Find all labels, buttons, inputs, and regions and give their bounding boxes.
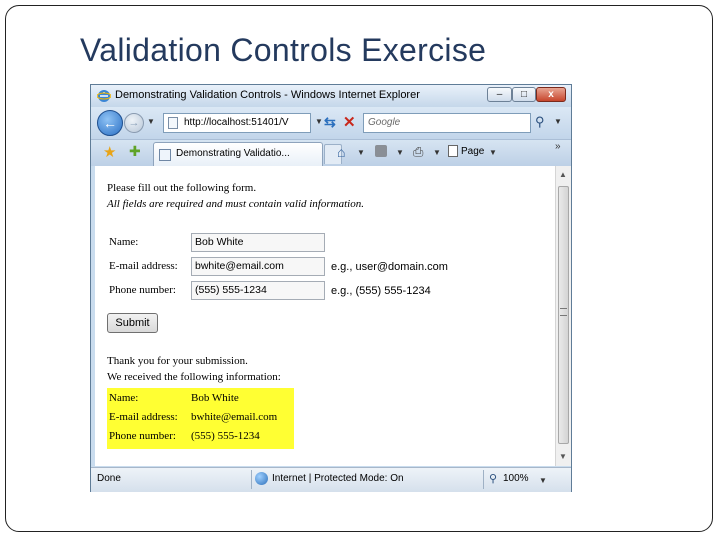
phone-label: Phone number: — [109, 284, 176, 296]
scroll-up-arrow-icon[interactable]: ▲ — [559, 170, 567, 179]
status-divider — [251, 470, 252, 489]
tab-title: Demonstrating Validatio... — [176, 148, 290, 159]
refresh-icon[interactable]: ⇆ — [324, 114, 336, 131]
print-dropdown-icon[interactable]: ▼ — [433, 148, 441, 157]
print-icon[interactable]: ⎙ — [413, 144, 423, 160]
feeds-dropdown-icon[interactable]: ▼ — [396, 148, 404, 157]
name-input[interactable]: Bob White — [191, 233, 325, 252]
status-divider — [483, 470, 484, 489]
more-tools-chevron-icon[interactable]: » — [555, 141, 561, 152]
history-dropdown-icon[interactable]: ▼ — [147, 117, 155, 126]
zoom-magnifier-icon[interactable]: ⚲ — [489, 472, 497, 485]
submit-button[interactable]: Submit — [107, 313, 158, 333]
form-instruction: Please fill out the following form. — [107, 182, 257, 194]
window-title: Demonstrating Validation Controls - Wind… — [115, 89, 420, 101]
summary-phone-value: (555) 555-1234 — [191, 430, 260, 442]
favorites-star-icon[interactable]: ★ — [103, 143, 116, 161]
address-text: http://localhost:51401/V — [184, 117, 289, 128]
close-button[interactable]: x — [536, 87, 566, 102]
email-label: E-mail address: — [109, 260, 178, 272]
summary-name-value: Bob White — [191, 392, 239, 404]
summary-email-label: E-mail address: — [109, 411, 178, 423]
back-button[interactable]: ← — [97, 110, 123, 136]
page-icon — [168, 117, 178, 129]
security-zone-text[interactable]: Internet | Protected Mode: On — [272, 473, 404, 484]
received-info-message: We received the following information: — [107, 371, 281, 383]
email-input[interactable]: bwhite@email.com — [191, 257, 325, 276]
forward-arrow-icon: → — [128, 117, 140, 129]
maximize-button[interactable]: □ — [512, 87, 536, 102]
search-icon[interactable]: ⚲ — [535, 114, 545, 130]
slide-title: Validation Controls Exercise — [80, 32, 487, 68]
page-content: Please fill out the following form. All … — [95, 166, 555, 466]
scroll-thumb[interactable] — [558, 186, 569, 444]
summary-name-label: Name: — [109, 392, 139, 404]
home-dropdown-icon[interactable]: ▼ — [357, 148, 365, 157]
address-bar-row: ← → ▼ http://localhost:51401/V ▼ ⇆ ✕ Goo… — [91, 107, 571, 139]
add-favorites-icon[interactable]: ✚ — [129, 143, 141, 160]
zoom-level[interactable]: 100% — [503, 473, 529, 484]
tab-page-icon — [159, 149, 171, 161]
phone-input[interactable]: (555) 555-1234 — [191, 281, 325, 300]
submission-summary: Name: Bob White E-mail address: bwhite@e… — [107, 388, 294, 449]
phone-hint: e.g., (555) 555-1234 — [331, 285, 431, 297]
thank-you-message: Thank you for your submission. — [107, 355, 248, 367]
search-placeholder: Google — [368, 117, 401, 128]
status-text: Done — [97, 473, 121, 484]
zoom-dropdown-icon[interactable]: ▼ — [539, 476, 547, 485]
title-bar: Demonstrating Validation Controls - Wind… — [91, 85, 571, 107]
browser-window: Demonstrating Validation Controls - Wind… — [90, 84, 572, 492]
scroll-down-arrow-icon[interactable]: ▼ — [559, 452, 567, 461]
stop-icon[interactable]: ✕ — [343, 113, 356, 131]
tab-toolbar: ★ ✚ Demonstrating Validatio... ⌂ ▼ ▼ ⎙ ▼… — [91, 139, 571, 166]
email-hint: e.g., user@domain.com — [331, 261, 448, 273]
form-requirement-note: All fields are required and must contain… — [107, 198, 364, 210]
page-menu-button[interactable]: Page — [461, 146, 484, 157]
tab-demonstrating-validation[interactable]: Demonstrating Validatio... — [153, 142, 323, 166]
home-icon[interactable]: ⌂ — [337, 144, 345, 160]
name-label: Name: — [109, 236, 139, 248]
feeds-icon[interactable] — [375, 145, 387, 157]
forward-button[interactable]: → — [124, 113, 144, 133]
scroll-grip-icon — [560, 308, 567, 316]
vertical-scrollbar[interactable]: ▲ ▼ — [555, 166, 571, 466]
summary-email-value: bwhite@email.com — [191, 411, 278, 423]
address-dropdown-icon[interactable]: ▼ — [315, 117, 323, 126]
status-bar: Done Internet | Protected Mode: On ⚲ 100… — [91, 467, 571, 492]
address-input[interactable]: http://localhost:51401/V — [163, 113, 311, 133]
page-dropdown-icon[interactable]: ▼ — [489, 148, 497, 157]
ie-logo-icon — [97, 90, 111, 102]
internet-zone-globe-icon — [255, 472, 268, 485]
page-menu-icon[interactable] — [448, 145, 458, 157]
search-options-dropdown-icon[interactable]: ▼ — [554, 117, 562, 126]
back-arrow-icon: ← — [103, 115, 117, 131]
minimize-button[interactable]: – — [487, 87, 512, 102]
search-input[interactable]: Google — [363, 113, 531, 133]
summary-phone-label: Phone number: — [109, 430, 176, 442]
